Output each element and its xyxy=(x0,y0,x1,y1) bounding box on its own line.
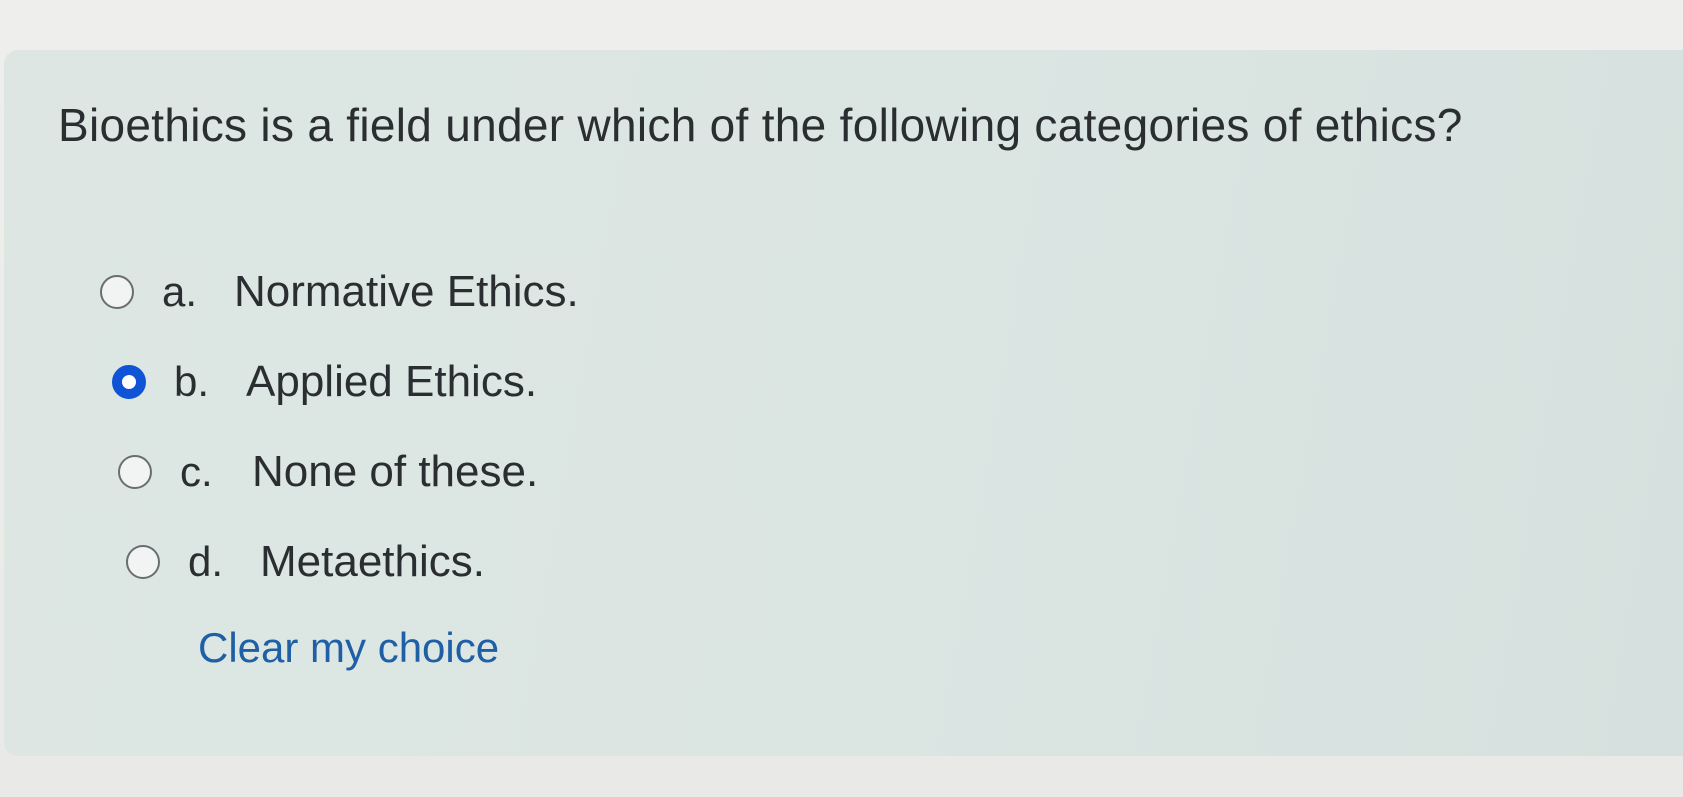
option-c[interactable]: c. None of these. xyxy=(118,446,538,498)
option-label-a[interactable]: Normative Ethics. xyxy=(234,267,579,317)
option-label-d[interactable]: Metaethics. xyxy=(260,537,485,587)
clear-choice-link[interactable]: Clear my choice xyxy=(198,624,499,672)
question-text: Bioethics is a field under which of the … xyxy=(58,99,1463,151)
option-a[interactable]: a. Normative Ethics. xyxy=(100,266,579,318)
option-letter-a: a. xyxy=(162,268,198,315)
option-b[interactable]: b. Applied Ethics. xyxy=(112,356,537,408)
radio-button-b[interactable] xyxy=(112,365,146,399)
radio-button-c[interactable] xyxy=(118,455,152,489)
radio-button-d[interactable] xyxy=(126,545,160,579)
quiz-page: Bioethics is a field under which of the … xyxy=(0,0,1683,797)
option-letter-c: c. xyxy=(180,448,213,495)
radio-button-a[interactable] xyxy=(100,275,134,309)
option-d[interactable]: d. Metaethics. xyxy=(126,536,485,588)
option-letter-b: b. xyxy=(174,358,210,405)
option-letter-d: d. xyxy=(188,538,224,585)
option-label-c[interactable]: None of these. xyxy=(252,447,538,497)
option-label-b[interactable]: Applied Ethics. xyxy=(246,357,537,407)
